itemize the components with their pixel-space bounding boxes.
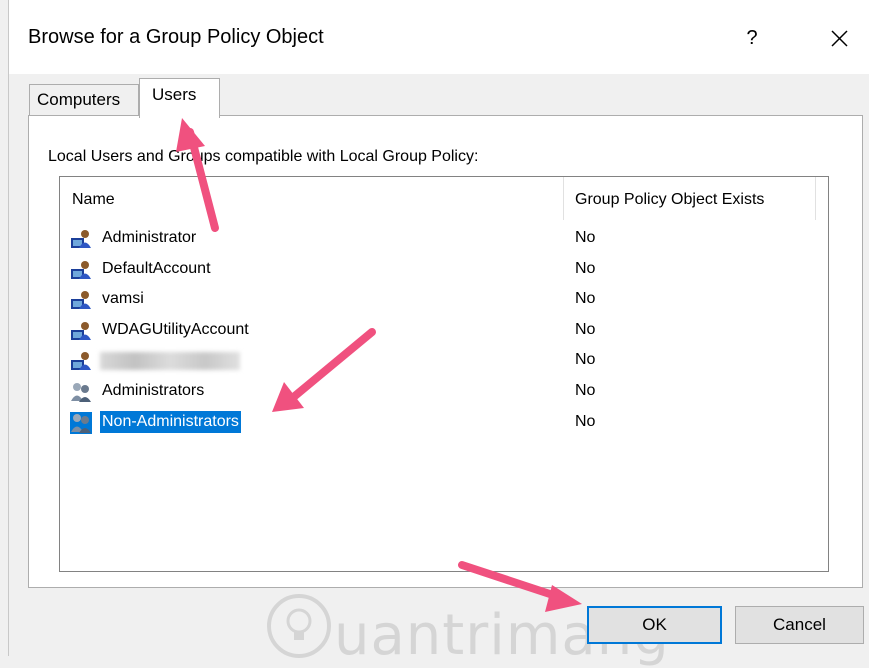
list-row[interactable]: No [60,345,828,375]
list-row[interactable]: vamsi No [60,284,828,314]
row-gpo-exists: No [575,229,596,246]
row-name: vamsi [102,290,144,308]
row-gpo-exists: No [575,320,596,338]
column-divider[interactable] [815,177,816,220]
row-name: Administrators [102,382,205,399]
row-gpo-exists: No [575,259,596,277]
tab-users[interactable]: Users [139,78,220,118]
row-gpo-exists: No [575,351,596,369]
column-divider[interactable] [563,177,564,220]
panel-description: Local Users and Groups compatible with L… [48,148,479,165]
row-name: WDAGUtilityAccount [102,320,249,338]
tab-strip: Computers Users [9,74,869,118]
column-header-gpo-exists[interactable]: Group Policy Object Exists [575,191,764,209]
list-header: Name Group Policy Object Exists [60,177,828,220]
lightbulb-icon [267,594,331,658]
row-gpo-exists: No [575,382,596,399]
group-icon [70,381,92,403]
list-row[interactable]: Non-Administrators No [60,407,828,437]
list-row[interactable]: Administrators No [60,376,828,406]
list-row[interactable]: DefaultAccount No [60,254,828,284]
list-row[interactable]: WDAGUtilityAccount No [60,315,828,345]
list-row[interactable]: Administrator No [60,223,828,253]
title-bar: Browse for a Group Policy Object ? [9,0,869,74]
ok-button[interactable]: OK [587,606,722,644]
user-icon [70,350,92,372]
redacted-name [100,352,240,371]
user-icon [70,259,92,281]
cancel-button[interactable]: Cancel [735,606,864,644]
row-name: Non-Administrators [100,410,241,433]
row-gpo-exists: No [575,412,596,430]
dialog-title: Browse for a Group Policy Object [28,26,324,48]
column-header-name[interactable]: Name [72,191,115,209]
row-name: Administrator [102,229,197,246]
user-icon [70,320,92,342]
users-listview[interactable]: Name Group Policy Object Exists Administ… [59,176,829,572]
help-button[interactable]: ? [732,18,772,58]
user-icon [70,289,92,311]
tab-computers[interactable]: Computers [29,84,139,116]
row-gpo-exists: No [575,290,596,308]
user-icon [70,228,92,250]
users-tab-panel: Local Users and Groups compatible with L… [28,115,863,668]
row-name: DefaultAccount [102,259,211,277]
close-icon [831,30,848,47]
close-button[interactable] [817,18,861,58]
browse-gpo-dialog: Browse for a Group Policy Object ? Compu… [8,0,869,668]
group-icon [70,411,92,434]
watermark-logo: uantrimang [264,591,669,668]
